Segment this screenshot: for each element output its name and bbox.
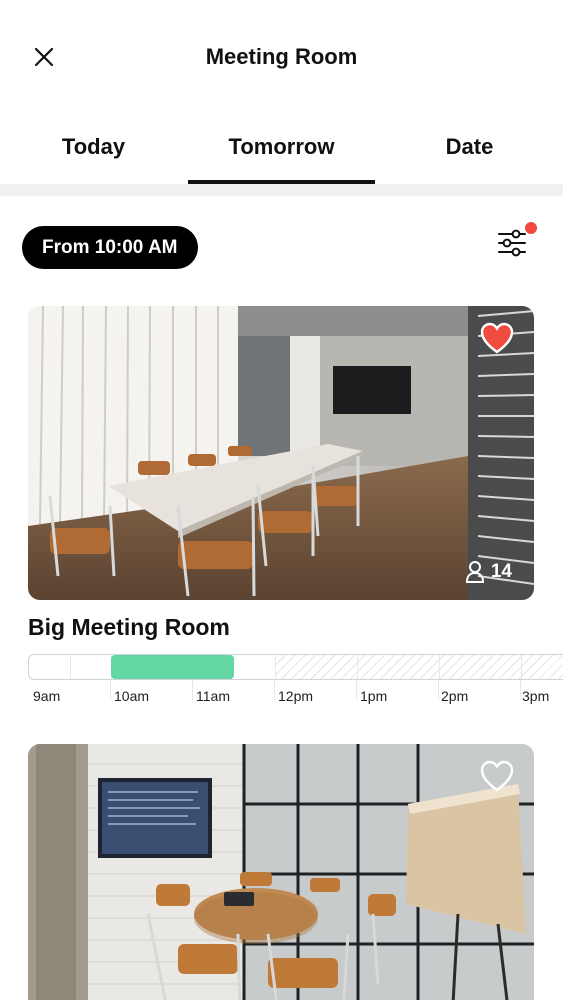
- timeline-tick: [356, 680, 357, 700]
- timeline-tick: [192, 680, 193, 700]
- timeline-tick: [70, 655, 71, 679]
- timeline-tick: [520, 680, 521, 700]
- timeline-tick: [521, 655, 522, 679]
- booked-slot[interactable]: [111, 655, 234, 679]
- heart-outline-icon: [480, 760, 514, 792]
- timeline-label: 9am: [33, 688, 61, 704]
- timeline-tick: [439, 655, 440, 679]
- timeline-label: 12pm: [278, 688, 314, 704]
- availability-timeline[interactable]: [28, 654, 563, 680]
- timeline-label: 11am: [196, 688, 230, 704]
- tab-today[interactable]: Today: [0, 134, 187, 160]
- conference-room-image: [28, 306, 534, 600]
- page-title: Meeting Room: [205, 44, 358, 69]
- start-time-filter-button[interactable]: From 10:00 AM: [22, 226, 198, 269]
- timeline-tick: [275, 655, 276, 679]
- filter-active-badge: [525, 222, 537, 234]
- timeline-tick: [357, 655, 358, 679]
- room-photo[interactable]: [28, 744, 534, 1000]
- tab-date[interactable]: Date: [376, 134, 563, 160]
- header: Meeting Room: [0, 0, 563, 110]
- heart-filled-icon: [480, 322, 514, 354]
- timeline-tick: [438, 680, 439, 700]
- timeline-label: 1pm: [360, 688, 388, 704]
- favorite-button[interactable]: [480, 760, 514, 792]
- timeline-label: 3pm: [522, 688, 550, 704]
- timeline-label: 2pm: [441, 688, 469, 704]
- room-name[interactable]: Big Meeting Room: [28, 614, 230, 641]
- filter-button[interactable]: [492, 222, 540, 262]
- meeting-room-image: [28, 744, 534, 1000]
- capacity-count: 14: [490, 561, 512, 582]
- capacity-badge: 14: [465, 560, 512, 584]
- favorite-button[interactable]: [480, 322, 514, 354]
- timeline-tick: [274, 680, 275, 700]
- tab-tomorrow[interactable]: Tomorrow: [188, 134, 375, 160]
- timeline-tick: [110, 680, 111, 700]
- sliders-icon: [498, 229, 526, 257]
- divider: [0, 184, 563, 196]
- room-photo[interactable]: 14: [28, 306, 534, 600]
- unavailable-range: [275, 655, 563, 679]
- day-tabs: Today Tomorrow Date: [0, 120, 563, 186]
- person-icon: [465, 561, 484, 583]
- timeline-label: 10am: [114, 688, 150, 704]
